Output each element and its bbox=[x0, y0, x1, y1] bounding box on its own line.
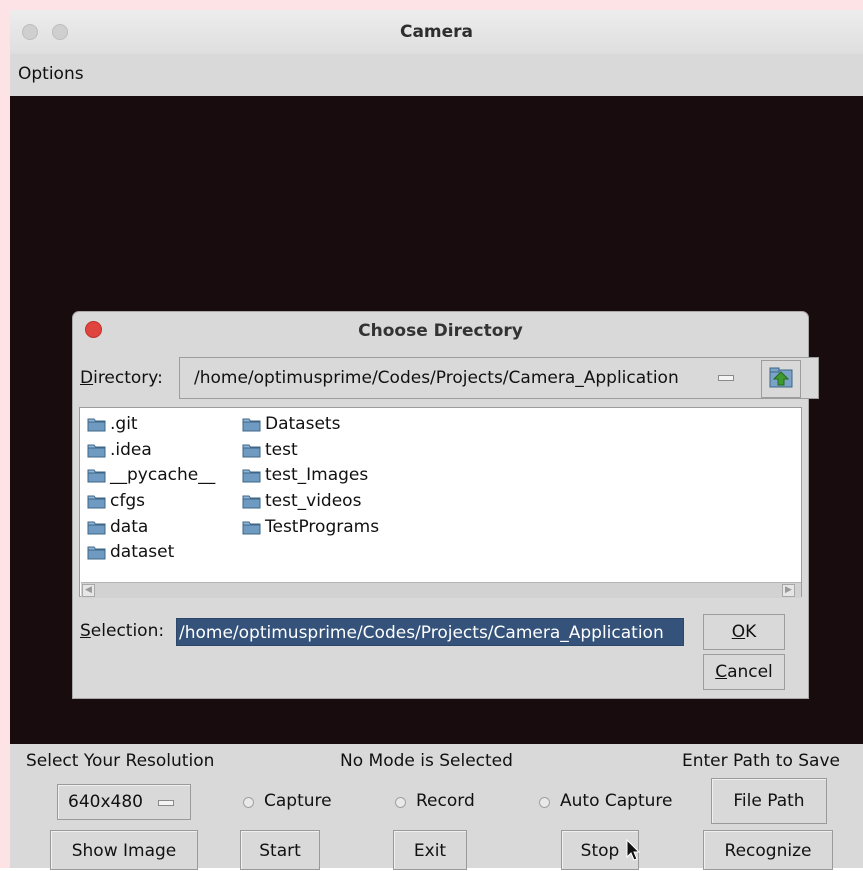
horizontal-scrollbar[interactable]: ◀ ▶ bbox=[81, 582, 801, 598]
folder-name: test_videos bbox=[265, 491, 362, 512]
mouse-cursor-icon bbox=[626, 839, 641, 861]
folder-name: data bbox=[110, 516, 149, 537]
folder-icon bbox=[87, 466, 106, 483]
record-radio-label[interactable]: Record bbox=[416, 791, 475, 811]
scroll-right-arrow-icon[interactable]: ▶ bbox=[782, 584, 795, 597]
ok-label: K bbox=[745, 622, 757, 642]
mode-status: No Mode is Selected bbox=[340, 751, 513, 771]
resolution-label: Select Your Resolution bbox=[26, 751, 215, 771]
folder-icon bbox=[87, 518, 106, 535]
ok-button[interactable]: OK bbox=[703, 614, 785, 650]
folder-item[interactable]: dataset bbox=[87, 540, 215, 566]
directory-combobox[interactable]: /home/optimusprime/Codes/Projects/Camera… bbox=[179, 357, 819, 399]
desktop-background-top bbox=[0, 0, 863, 10]
auto-capture-radio-label[interactable]: Auto Capture bbox=[560, 791, 672, 811]
resolution-value: 640x480 bbox=[68, 792, 143, 812]
selection-input[interactable]: /home/optimusprime/Codes/Projects/Camera… bbox=[176, 618, 684, 646]
cancel-label: ancel bbox=[727, 662, 773, 682]
directory-label: Directory: bbox=[80, 368, 163, 388]
auto-capture-radio[interactable] bbox=[539, 797, 550, 808]
control-panel: Select Your Resolution No Mode is Select… bbox=[10, 744, 863, 870]
folder-icon bbox=[87, 492, 106, 509]
folder-item[interactable]: .idea bbox=[87, 438, 215, 464]
directory-label-text: irectory: bbox=[93, 368, 163, 388]
folder-name: test_Images bbox=[265, 465, 369, 486]
folder-name: cfgs bbox=[110, 491, 145, 512]
folder-item[interactable]: TestPrograms bbox=[242, 515, 379, 541]
choose-directory-dialog: Choose Directory Directory: /home/optimu… bbox=[73, 312, 819, 698]
capture-radio-label[interactable]: Capture bbox=[264, 791, 332, 811]
menu-options[interactable]: Options bbox=[18, 54, 84, 96]
folder-name: TestPrograms bbox=[265, 516, 380, 537]
directory-list-column-1: .git .idea __pycache__ cfgs data dataset bbox=[87, 412, 215, 566]
folder-item[interactable]: Datasets bbox=[242, 412, 379, 438]
folder-item[interactable]: test_videos bbox=[242, 489, 379, 515]
folder-name: __pycache__ bbox=[110, 465, 216, 486]
menubar: Options bbox=[10, 54, 863, 97]
window-titlebar: Camera bbox=[10, 10, 863, 55]
directory-value: /home/optimusprime/Codes/Projects/Camera… bbox=[194, 368, 679, 388]
folder-item[interactable]: __pycache__ bbox=[87, 463, 215, 489]
folder-icon bbox=[242, 492, 261, 509]
folder-icon bbox=[242, 441, 261, 458]
cancel-button[interactable]: Cancel bbox=[703, 654, 785, 690]
combo-indicator-icon[interactable] bbox=[718, 375, 734, 381]
folder-item[interactable]: data bbox=[87, 515, 215, 541]
selection-label-text: election: bbox=[90, 621, 165, 641]
desktop-background bbox=[0, 0, 10, 868]
dialog-title: Choose Directory bbox=[358, 321, 523, 341]
folder-item[interactable]: .git bbox=[87, 412, 215, 438]
selection-label: Selection: bbox=[80, 621, 164, 641]
scroll-left-arrow-icon[interactable]: ◀ bbox=[82, 584, 95, 597]
folder-name: .idea bbox=[110, 439, 152, 460]
folder-item[interactable]: test bbox=[242, 438, 379, 464]
ok-accel: O bbox=[731, 622, 746, 642]
folder-name: dataset bbox=[110, 542, 175, 563]
folder-icon bbox=[242, 518, 261, 535]
combo-indicator-icon[interactable] bbox=[158, 800, 174, 806]
file-path-button[interactable]: File Path bbox=[711, 778, 827, 824]
folder-name: .git bbox=[110, 414, 138, 434]
capture-radio[interactable] bbox=[243, 797, 254, 808]
folder-icon bbox=[87, 415, 106, 432]
directory-list[interactable]: .git .idea __pycache__ cfgs data dataset… bbox=[79, 407, 802, 597]
folder-icon bbox=[87, 441, 106, 458]
start-button[interactable]: Start bbox=[240, 830, 320, 870]
folder-item[interactable]: cfgs bbox=[87, 489, 215, 515]
record-radio[interactable] bbox=[395, 797, 406, 808]
exit-button[interactable]: Exit bbox=[393, 830, 467, 870]
cancel-accel: C bbox=[715, 662, 728, 682]
folder-icon bbox=[242, 415, 261, 432]
folder-up-icon bbox=[769, 367, 793, 388]
folder-icon bbox=[242, 466, 261, 483]
directory-label-accel: D bbox=[80, 368, 94, 388]
resolution-select[interactable]: 640x480 bbox=[57, 784, 191, 820]
window-title: Camera bbox=[399, 22, 474, 42]
recognize-button[interactable]: Recognize bbox=[703, 830, 833, 870]
selection-label-accel: S bbox=[80, 621, 91, 641]
folder-name: test bbox=[265, 439, 298, 460]
folder-item[interactable]: test_Images bbox=[242, 463, 379, 489]
folder-icon bbox=[87, 543, 106, 560]
show-image-button[interactable]: Show Image bbox=[50, 830, 198, 870]
directory-list-column-2: Datasets test test_Images test_videos Te… bbox=[242, 412, 379, 540]
parent-directory-button[interactable] bbox=[761, 360, 801, 398]
folder-name: Datasets bbox=[265, 414, 341, 434]
path-label: Enter Path to Save bbox=[682, 751, 840, 771]
